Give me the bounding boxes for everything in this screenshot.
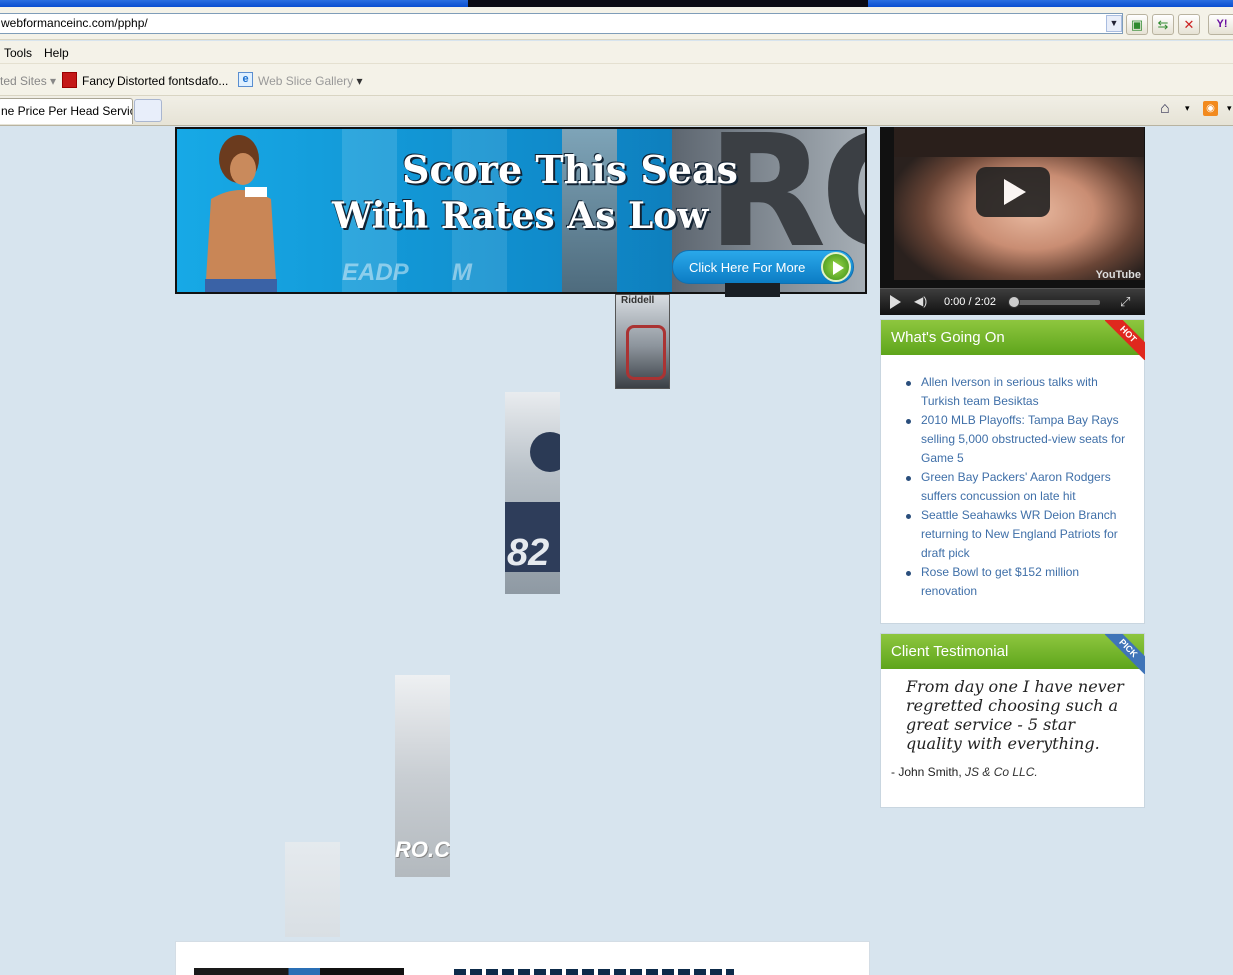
stop-icon[interactable]: ✕ (1178, 14, 1200, 35)
video-hair (894, 127, 1144, 157)
banner-headline-2: With Rates As Low (332, 195, 709, 237)
menu-tools[interactable]: Tools (4, 46, 32, 60)
web-slice-icon: e (238, 72, 253, 87)
rss-feed-icon[interactable]: ◉ (1203, 101, 1218, 116)
news-item[interactable]: Rose Bowl to get $152 million renovation (906, 563, 1134, 601)
testimonial-author: - John Smith, JS & Co LLC. (881, 753, 1144, 779)
news-list: Allen Iverson in serious talks with Turk… (881, 355, 1144, 601)
model-photo (205, 135, 277, 292)
tab-active[interactable]: ne Price Per Head Services (0, 98, 133, 124)
dafont-icon (62, 72, 77, 88)
author-name: - John Smith, (891, 765, 966, 779)
image-fragment-player: 82 (505, 392, 560, 594)
click-here-button[interactable]: Click Here For More (672, 250, 854, 284)
testimonial-title: Client Testimonial (891, 643, 1009, 660)
video-controls: ◀) 0:00 / 2:02 ⤢ (880, 288, 1145, 315)
pick-ribbon: PICK (1105, 634, 1145, 674)
testimonial-quote: From day one I have never regretted choo… (906, 677, 1124, 753)
window-title-bar (0, 0, 1233, 7)
tab-bar: ne Price Per Head Services ⌂ ▾ ◉ ▾ (0, 96, 1233, 126)
pick-ribbon-label: PICK (1105, 634, 1145, 674)
favorite-suggested-sites[interactable]: ted Sites ▾ (0, 74, 56, 88)
banner-headline-1: Score This Seas (402, 147, 738, 192)
news-title: What's Going On (891, 329, 1005, 346)
promo-banner[interactable]: RO Score This Seas With Rates As Low EAD… (175, 127, 867, 294)
author-company: JS & Co LLC. (965, 765, 1038, 779)
favorites-bar: ted Sites ▾ Fancy Distorted fonts dafo..… (0, 64, 1233, 96)
play-icon[interactable] (890, 295, 901, 309)
hot-ribbon-label: HOT (1105, 320, 1145, 360)
menu-help[interactable]: Help (44, 46, 69, 60)
chevron-down-icon: ▾ (356, 74, 363, 88)
heading-cutoff (194, 968, 404, 975)
chevron-down-icon: ▾ (50, 74, 57, 88)
favorite-distorted-fonts[interactable]: Distorted fonts (117, 74, 194, 88)
web-slice-gallery-label: Web Slice Gallery (258, 74, 354, 88)
compatibility-view-icon[interactable]: ▣ (1126, 14, 1148, 35)
favorite-web-slice-gallery[interactable]: Web Slice Gallery ▾ (258, 74, 363, 88)
banner-watermark-text: EADP (342, 259, 409, 286)
favorite-fancy[interactable]: Fancy (82, 74, 115, 88)
youtube-video-player[interactable]: YouTube ◀) 0:00 / 2:02 ⤢ (880, 127, 1145, 315)
news-item[interactable]: Allen Iverson in serious talks with Turk… (906, 373, 1134, 411)
news-header: What's Going On HOT (881, 320, 1145, 360)
refresh-icon[interactable]: ⇆ (1152, 14, 1174, 35)
address-bar-row: webformanceinc.com/pphp/ ▼ ▣ ⇆ ✕ Y! (0, 7, 1233, 40)
image-fragment-faded (285, 842, 340, 937)
news-box: What's Going On HOT Allen Iverson in ser… (880, 319, 1145, 624)
video-time: 0:00 / 2:02 (944, 296, 996, 308)
new-tab-button[interactable] (134, 99, 162, 122)
image-fragment-logo: RO.CO (395, 675, 450, 877)
youtube-logo: YouTube (1095, 269, 1141, 281)
arrow-right-icon (821, 252, 851, 282)
news-item[interactable]: Green Bay Packers' Aaron Rodgers suffers… (906, 468, 1134, 506)
home-icon[interactable]: ⌂ (1160, 100, 1170, 118)
chevron-down-icon[interactable]: ▾ (1227, 103, 1232, 114)
content-box-bottom (175, 941, 870, 975)
testimonial-box: Client Testimonial PICK From day one I h… (880, 633, 1145, 808)
video-scrubber[interactable] (1008, 296, 1020, 308)
testimonial-header: Client Testimonial PICK (881, 634, 1145, 674)
title-bar-overlay (468, 0, 868, 7)
click-here-label: Click Here For More (689, 260, 806, 275)
chevron-down-icon[interactable]: ▾ (1185, 103, 1190, 114)
address-dropdown-button[interactable]: ▼ (1106, 15, 1122, 32)
favorite-dafont[interactable]: dafo... (195, 74, 228, 88)
fullscreen-icon[interactable]: ⤢ (1120, 294, 1130, 310)
fragment-text: RO.CO (395, 837, 450, 862)
image-fragment-helmet: Riddell (615, 294, 670, 389)
image-fragment-dark (725, 283, 780, 297)
play-video-button[interactable] (976, 167, 1050, 217)
hot-ribbon: HOT (1105, 320, 1145, 360)
news-item[interactable]: Seattle Seahawks WR Deion Branch returni… (906, 506, 1134, 563)
menu-bar: Tools Help (0, 41, 1233, 64)
favorite-suggested-sites-label: ted Sites (0, 74, 47, 88)
yahoo-search-icon[interactable]: Y! (1208, 14, 1233, 35)
heading-cutoff (454, 969, 734, 975)
news-item[interactable]: 2010 MLB Playoffs: Tampa Bay Rays sellin… (906, 411, 1134, 468)
banner-watermark-text: M (452, 259, 472, 286)
address-input[interactable]: webformanceinc.com/pphp/ (0, 13, 1123, 34)
volume-icon[interactable]: ◀) (914, 294, 927, 308)
video-progress-track[interactable] (1010, 300, 1100, 305)
